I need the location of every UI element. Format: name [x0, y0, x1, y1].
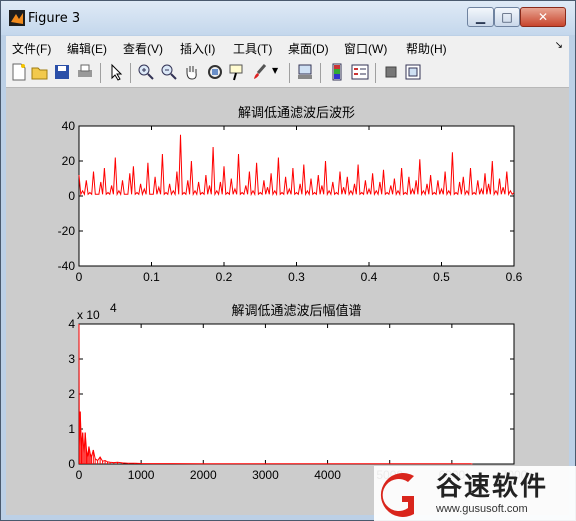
matlab-icon — [9, 10, 25, 26]
x-tick-label: 0.5 — [433, 270, 450, 284]
rotate-icon[interactable] — [206, 63, 224, 81]
menu-insert[interactable]: 插入(I) — [180, 40, 215, 57]
x-tick-label: 2000 — [190, 468, 217, 482]
y-multiplier-exponent: 4 — [110, 301, 117, 315]
x-tick-label: 4000 — [314, 468, 341, 482]
print-icon[interactable] — [76, 63, 94, 81]
y-tick-label: 4 — [68, 317, 75, 331]
plot-title-2: 解调低通滤波后幅值谱 — [231, 303, 361, 319]
menu-view[interactable]: 查看(V) — [123, 40, 163, 57]
minimize-button[interactable]: ▁ — [467, 7, 494, 27]
title-bar[interactable]: Figure 3 ▁ □ ✕ — [1, 1, 575, 35]
save-icon[interactable] — [53, 63, 71, 81]
menu-help[interactable]: 帮助(H) — [406, 40, 447, 57]
x-tick-label: 0 — [76, 468, 83, 482]
chevron-down-icon[interactable]: ▼ — [272, 66, 278, 75]
plot-title-1: 解调低通滤波后波形 — [238, 106, 355, 121]
x-tick-label: 0.4 — [361, 270, 378, 284]
x-tick-label: 0.2 — [216, 270, 233, 284]
menu-tools[interactable]: 工具(T) — [233, 40, 272, 57]
toolbar-separator — [100, 63, 101, 83]
maximize-icon: □ — [501, 10, 513, 24]
menu-file[interactable]: 文件(F) — [12, 40, 51, 57]
y-tick-label: 2 — [68, 387, 75, 401]
plots-svg: 解调低通滤波后波形0 0.1 0.2 0.3 0.4 0.5 0.640200-20-40解… — [58, 106, 528, 482]
menu-desktop[interactable]: 桌面(D) — [288, 40, 329, 57]
pointer-icon[interactable] — [107, 63, 125, 81]
y-tick-label: -20 — [58, 224, 76, 238]
toolbar-separator — [375, 63, 376, 83]
minimize-icon: ▁ — [475, 10, 486, 24]
toolbar-separator — [289, 63, 290, 83]
menu-window[interactable]: 窗口(W) — [344, 40, 387, 57]
maximize-button[interactable]: □ — [494, 7, 520, 27]
y-tick-label: 20 — [62, 154, 76, 168]
show-plot-tools-icon[interactable] — [404, 63, 422, 81]
x-tick-label: 3000 — [252, 468, 279, 482]
link-icon[interactable] — [296, 63, 314, 81]
zoom-in-icon[interactable] — [137, 63, 155, 81]
watermark-url: www.gususoft.com — [436, 503, 528, 515]
x-tick-label: 1000 — [128, 468, 155, 482]
axes-2 — [78, 323, 515, 465]
watermark-brand: 谷速软件 — [436, 472, 549, 502]
x-tick-label: 0.3 — [288, 270, 305, 284]
menu-edit[interactable]: 编辑(E) — [67, 40, 107, 57]
x-tick-label: 0.1 — [143, 270, 160, 284]
y-tick-label: 40 — [62, 119, 76, 133]
figure-toolbar: ▼ — [6, 58, 569, 88]
toolbar-separator — [130, 63, 131, 83]
menu-dock-arrow-icon[interactable]: ↘ — [555, 40, 563, 51]
y-tick-label: 0 — [68, 189, 75, 203]
x-tick-label: 0 — [76, 270, 83, 284]
y-tick-label: 0 — [68, 457, 75, 471]
close-button[interactable]: ✕ — [520, 7, 566, 27]
legend-icon[interactable] — [351, 63, 369, 81]
menu-bar: 文件(F) 编辑(E) 查看(V) 插入(I) 工具(T) 桌面(D) 窗口(W… — [6, 36, 569, 58]
data-cursor-icon[interactable] — [228, 63, 246, 81]
brush-icon[interactable] — [251, 63, 269, 81]
zoom-out-icon[interactable] — [160, 63, 178, 81]
x-tick-label: 0.6 — [506, 270, 523, 284]
hide-plot-tools-icon[interactable] — [382, 63, 400, 81]
figure-canvas: 解调低通滤波后波形 0 0.1 0.2 0.3 0.4 0.5 0.6 40 20 0 -20 -40 解… — [6, 88, 569, 515]
toolbar-separator — [320, 63, 321, 83]
close-icon: ✕ — [537, 10, 549, 24]
y-tick-label: 1 — [68, 422, 75, 436]
colorbar-icon[interactable] — [328, 63, 346, 81]
axes-1 — [78, 125, 515, 267]
y-multiplier-label: x 10 — [77, 308, 100, 322]
open-icon[interactable] — [31, 63, 49, 81]
figure-window: Figure 3 ▁ □ ✕ 文件(F) 编辑(E) 查看(V) 插入(I) 工… — [0, 0, 576, 521]
y-tick-label: 3 — [68, 352, 75, 366]
new-figure-icon[interactable] — [10, 63, 28, 81]
pan-icon[interactable] — [183, 63, 201, 81]
y-tick-label: -40 — [58, 259, 76, 273]
window-title: Figure 3 — [28, 11, 81, 26]
x-tick-label: 5000 — [376, 468, 403, 482]
